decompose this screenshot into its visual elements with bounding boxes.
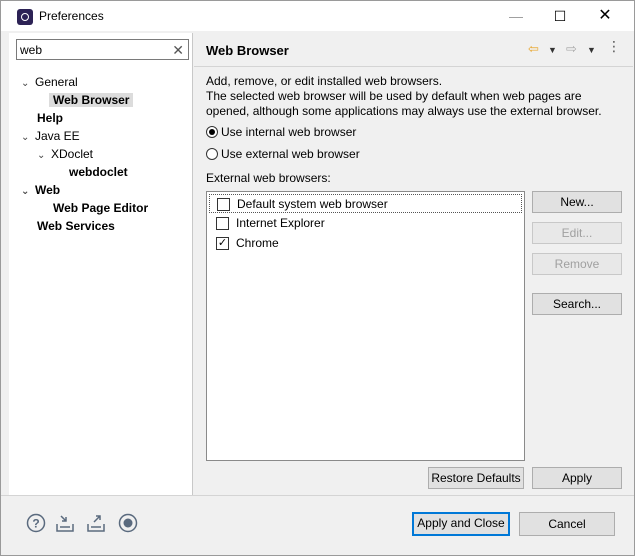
list-item-internet-explorer[interactable]: Internet Explorer <box>209 214 522 233</box>
checkbox-unchecked-icon[interactable] <box>217 198 230 211</box>
remove-button[interactable]: Remove <box>532 253 622 275</box>
clear-filter-icon[interactable]: ✕ <box>172 41 184 59</box>
checkbox-unchecked-icon[interactable] <box>216 217 229 230</box>
close-button[interactable]: ✕ <box>582 1 628 31</box>
tree-item-webdoclet[interactable]: webdoclet <box>69 163 128 181</box>
tree-item-help[interactable]: Help <box>37 109 63 127</box>
apply-and-close-button[interactable]: Apply and Close <box>412 512 510 536</box>
list-item-default-system-browser[interactable]: Default system web browser <box>209 194 522 213</box>
forward-arrow-icon[interactable]: ⇨ <box>566 41 577 57</box>
filter-field[interactable]: ✕ <box>16 39 189 60</box>
eclipse-icon <box>17 9 33 25</box>
list-item-chrome[interactable]: ✓ Chrome <box>209 234 522 253</box>
tree-item-web-services[interactable]: Web Services <box>37 217 115 235</box>
new-button[interactable]: New... <box>532 191 622 213</box>
back-dropdown-icon[interactable]: ▼ <box>548 45 557 55</box>
footer-separator <box>1 495 634 496</box>
radio-unselected-icon[interactable] <box>206 148 218 160</box>
chevron-down-icon[interactable]: ⌄ <box>21 75 35 93</box>
chevron-down-icon[interactable]: ⌄ <box>21 183 35 201</box>
back-arrow-icon[interactable]: ⇦ <box>528 41 539 57</box>
svg-text:?: ? <box>32 517 39 531</box>
external-browsers-label: External web browsers: <box>206 171 331 185</box>
import-icon[interactable] <box>55 513 75 533</box>
filter-input[interactable] <box>20 42 165 57</box>
search-button[interactable]: Search... <box>532 293 622 315</box>
restore-defaults-button[interactable]: Restore Defaults <box>428 467 524 489</box>
preferences-window: Preferences — ☐ ✕ ✕ ⌄General Web Browser… <box>0 0 635 556</box>
preference-page: Web Browser ⇦ ▼ ⇨ ▼ ⋮ Add, remove, or ed… <box>194 33 633 495</box>
preference-tree-pane: ✕ ⌄General Web Browser Help ⌄Java EE ⌄XD… <box>9 33 193 495</box>
tree-item-xdoclet[interactable]: ⌄ XDoclet <box>37 145 93 163</box>
tree-item-java-ee[interactable]: ⌄ Java EE <box>21 127 80 145</box>
use-external-browser-radio[interactable]: Use external web browser <box>206 146 360 162</box>
window-title: Preferences <box>39 9 104 23</box>
page-header: Web Browser ⇦ ▼ ⇨ ▼ ⋮ <box>194 33 633 67</box>
page-description: Add, remove, or edit installed web brows… <box>206 74 602 118</box>
cancel-button[interactable]: Cancel <box>519 512 615 536</box>
external-browsers-list[interactable]: Default system web browser Internet Expl… <box>206 191 525 461</box>
tree-item-web-page-editor[interactable]: Web Page Editor <box>53 199 148 217</box>
minimize-button[interactable]: — <box>493 1 539 31</box>
radio-selected-icon[interactable] <box>206 126 218 138</box>
record-icon[interactable] <box>118 513 138 533</box>
apply-button[interactable]: Apply <box>532 467 622 489</box>
chevron-down-icon[interactable]: ⌄ <box>21 129 35 147</box>
chevron-down-icon[interactable]: ⌄ <box>37 147 51 165</box>
use-internal-browser-radio[interactable]: Use internal web browser <box>206 124 356 140</box>
export-icon[interactable] <box>86 513 106 533</box>
maximize-button[interactable]: ☐ <box>537 1 583 31</box>
tree-item-web[interactable]: ⌄ Web <box>21 181 60 199</box>
help-icon[interactable]: ? <box>26 513 46 533</box>
title-bar: Preferences — ☐ ✕ <box>1 1 634 31</box>
view-menu-icon[interactable]: ⋮ <box>607 38 621 55</box>
forward-dropdown-icon[interactable]: ▼ <box>587 45 596 55</box>
page-title: Web Browser <box>206 43 289 58</box>
tree-item-web-browser[interactable]: Web Browser <box>49 91 134 109</box>
checkbox-checked-icon[interactable]: ✓ <box>216 237 229 250</box>
tree-item-general[interactable]: ⌄ General <box>21 73 78 91</box>
edit-button[interactable]: Edit... <box>532 222 622 244</box>
